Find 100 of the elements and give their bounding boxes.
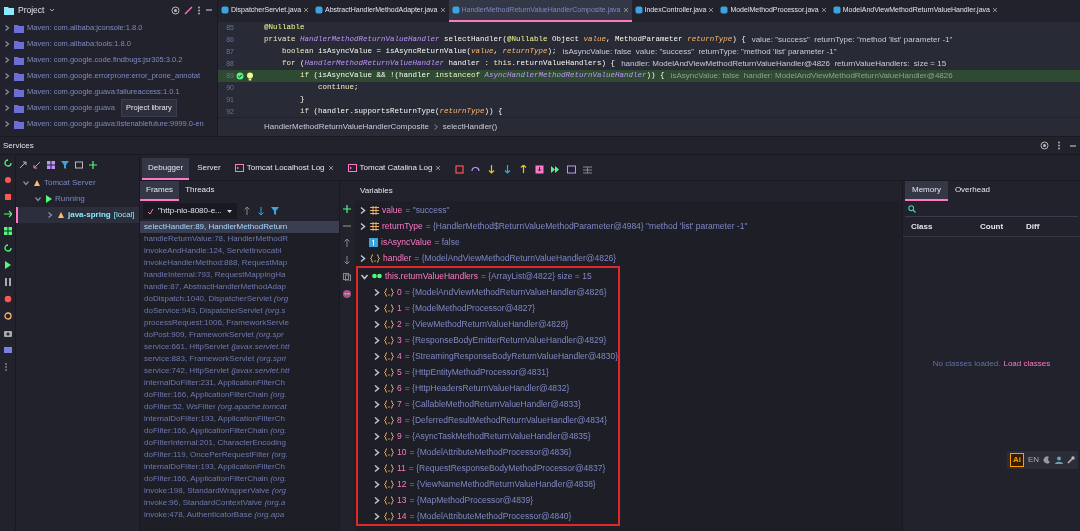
debugger-tab[interactable]: Tomcat Localhost Log [228, 158, 340, 180]
chevron-right-icon[interactable] [3, 88, 11, 96]
close-icon[interactable] [435, 165, 442, 171]
breakpoint-check-icon[interactable] [236, 72, 244, 80]
play-icon[interactable] [3, 261, 12, 269]
plus-icon[interactable] [343, 205, 351, 213]
breadcrumb-item[interactable]: selectHandler() [442, 121, 498, 133]
grid-icon[interactable] [3, 227, 12, 235]
panel-title[interactable]: Project [18, 3, 45, 17]
tree-item[interactable]: Running [16, 191, 139, 207]
chevron-right-icon[interactable] [372, 319, 381, 329]
close-icon[interactable] [820, 7, 827, 13]
record-icon[interactable] [3, 176, 12, 184]
stack-frame[interactable]: handle:87, AbstractHandlerMethodAdap [140, 281, 339, 293]
chevron-right-icon[interactable] [358, 205, 367, 215]
chevron-right-icon[interactable] [358, 253, 367, 263]
target-icon[interactable] [171, 5, 180, 15]
stack-frame[interactable]: internalDoFilter:193, ApplicationFilterCh [140, 461, 339, 473]
chevron-right-icon[interactable] [3, 72, 11, 80]
wrench-icon[interactable] [1067, 456, 1075, 464]
tree-item[interactable]: java-spring [local] [16, 207, 139, 223]
down-arrow-icon[interactable] [256, 207, 265, 215]
close-icon[interactable] [439, 7, 446, 13]
window-icon[interactable] [75, 161, 83, 169]
stop-icon[interactable] [3, 193, 12, 201]
filter-icon[interactable] [61, 161, 69, 169]
chevron-right-icon[interactable] [372, 383, 381, 393]
chevron-right-icon[interactable] [372, 447, 381, 457]
moon-icon[interactable] [1043, 456, 1051, 464]
caret-icon[interactable] [48, 6, 57, 14]
close-icon[interactable] [708, 7, 715, 13]
chevron-right-icon[interactable] [372, 495, 381, 505]
stack-frame[interactable]: doFilter:52, WsFilter (org.apache.tomcat [140, 401, 339, 413]
stack-frame[interactable]: doFilter:166, ApplicationFilterChain (org. [140, 425, 339, 437]
stack-frame[interactable]: doDispatch:1040, DispatcherServlet (org [140, 293, 339, 305]
close-icon[interactable] [622, 7, 629, 13]
person-icon[interactable] [1055, 456, 1063, 464]
chevron-down-icon[interactable] [34, 195, 42, 203]
chevron-right-icon[interactable] [372, 463, 381, 473]
chevron-right-icon[interactable] [372, 511, 381, 521]
close-icon[interactable] [303, 7, 310, 13]
stack-frame[interactable]: doService:943, DispatcherServlet (org.s [140, 305, 339, 317]
debugger-tab[interactable]: Debugger [142, 158, 190, 180]
up-arrow-icon[interactable] [242, 207, 251, 215]
skip-icon[interactable] [551, 164, 561, 174]
lightbulb-icon[interactable] [246, 71, 254, 81]
up-arrow-icon[interactable] [343, 239, 351, 247]
stack-frame[interactable]: invokeAndHandle:124, ServletInvocabl [140, 245, 339, 257]
stack-frame[interactable]: doFilterInternal:201, CharacterEncoding [140, 437, 339, 449]
chevron-right-icon[interactable] [3, 120, 11, 128]
glasses-icon[interactable] [343, 290, 351, 298]
close-icon[interactable] [991, 7, 998, 13]
stack-frame[interactable]: doFilter:166, ApplicationFilterChain (org. [140, 473, 339, 485]
stack-frame[interactable]: handleReturnValue:78, HandlerMethodR [140, 233, 339, 245]
column-header[interactable]: Count [980, 220, 1026, 233]
down-arrow-icon[interactable] [343, 256, 351, 264]
stack-frame[interactable]: doFilter:166, ApplicationFilterChain (org. [140, 389, 339, 401]
stack-frame[interactable]: internalDoFilter:193, ApplicationFilterCh [140, 413, 339, 425]
more-icon[interactable] [197, 5, 201, 15]
chevron-right-icon[interactable] [372, 399, 381, 409]
ring-icon[interactable] [3, 312, 12, 320]
thread-dropdown[interactable]: "http-nio-8080-e... [143, 203, 237, 219]
panel-tab[interactable]: Memory [905, 181, 948, 201]
stack-frame[interactable]: processRequest:1006, FrameworkServle [140, 317, 339, 329]
language-indicator[interactable]: EN [1027, 454, 1039, 466]
chevron-right-icon[interactable] [3, 104, 11, 112]
stack-frame[interactable]: invoke:198, StandardWrapperValve (org [140, 485, 339, 497]
panel-tab[interactable]: Frames [140, 181, 180, 201]
chevron-right-icon[interactable] [46, 211, 54, 219]
minus-icon[interactable] [343, 222, 351, 230]
target-icon[interactable] [1040, 141, 1049, 150]
stack-frame[interactable]: invokeHandlerMethod:888, RequestMap [140, 257, 339, 269]
chevron-right-icon[interactable] [372, 415, 381, 425]
double-arrow-icon[interactable] [3, 210, 12, 218]
chevron-right-icon[interactable] [3, 56, 11, 64]
chevron-right-icon[interactable] [372, 335, 381, 345]
app-badge[interactable]: Ai [1009, 453, 1024, 467]
chevron-right-icon[interactable] [372, 367, 381, 377]
chevron-right-icon[interactable] [372, 287, 381, 297]
column-header[interactable]: Class [911, 220, 980, 233]
minimize-icon[interactable] [205, 6, 213, 14]
stack-frame[interactable]: invoke:96, StandardContextValve (org.a [140, 497, 339, 509]
chevron-right-icon[interactable] [372, 479, 381, 489]
expand-icon[interactable] [19, 161, 27, 169]
chevron-right-icon[interactable] [358, 221, 367, 231]
chevron-right-icon[interactable] [3, 24, 11, 32]
debugger-tab[interactable]: Tomcat Catalina Log [341, 158, 448, 180]
square-icon[interactable] [455, 164, 465, 174]
more-icon[interactable] [1057, 141, 1061, 150]
chevron-right-icon[interactable] [3, 40, 11, 48]
breadcrumb-item[interactable]: HandlerMethodReturnValueHandlerComposite [264, 121, 429, 133]
pause-icon[interactable] [3, 278, 12, 286]
stack-frame[interactable]: service:661, HttpServlet (javax.servlet.htt [140, 341, 339, 353]
chevron-right-icon[interactable] [372, 431, 381, 441]
stack-frame[interactable]: service:742, HttpServlet (javax.servlet.htt [140, 365, 339, 377]
chevron-right-icon[interactable] [372, 351, 381, 361]
close-icon[interactable] [327, 165, 334, 171]
chevron-right-icon[interactable] [372, 303, 381, 313]
record-icon[interactable] [3, 295, 12, 303]
chevron-down-icon[interactable] [22, 179, 30, 187]
